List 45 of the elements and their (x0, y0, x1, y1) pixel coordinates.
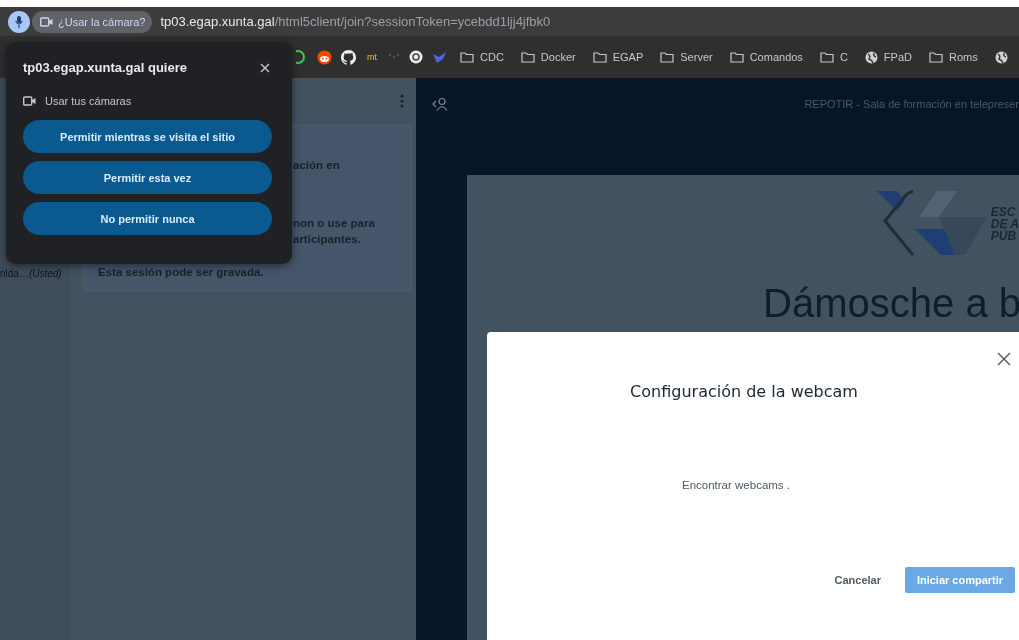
microphone-icon (15, 15, 23, 28)
folder-icon (460, 51, 474, 63)
globe-icon (864, 50, 878, 64)
cancel-button[interactable]: Cancelar (830, 570, 885, 590)
message-text: ación en (293, 158, 341, 173)
permission-button[interactable]: Permitir mientras se visita el sitio (23, 120, 272, 153)
ring-icon[interactable] (409, 50, 423, 64)
user-list-toggle-icon[interactable] (432, 96, 448, 111)
cat-logo-icon[interactable] (341, 49, 356, 65)
recording-notice: Esta sesión pode ser gravada. (98, 266, 265, 278)
globe-icon (994, 50, 1008, 64)
folder-bookmark[interactable]: Server (656, 51, 717, 63)
dots-icon[interactable] (388, 53, 400, 61)
alien-face-icon[interactable] (317, 49, 332, 65)
folder-icon (729, 51, 744, 63)
popup-title: tp03.egap.xunta.gal quiere (23, 60, 187, 75)
dialog-title: Configuración de la webcam (630, 382, 858, 401)
permission-request: Usar tus cámaras (45, 95, 132, 107)
folder-bookmark[interactable]: Roms (924, 51, 982, 63)
folder-icon (520, 51, 535, 63)
meeting-title: REPOTIR - Sala de formación en telepreser (804, 97, 1019, 110)
folder-icon (660, 51, 675, 63)
bird-icon[interactable] (432, 50, 447, 64)
permission-button[interactable]: Permitir esta vez (23, 161, 272, 194)
permission-button[interactable]: No permitir nunca (23, 202, 272, 235)
folder-bookmark[interactable]: EGAP (588, 51, 648, 63)
folder-bookmark[interactable]: Docker (516, 51, 580, 63)
folder-icon (928, 51, 943, 63)
ring-outline-icon[interactable] (296, 50, 308, 64)
folder-icon (592, 51, 607, 63)
folder-icon (819, 51, 834, 63)
folder-bookmark[interactable]: CDC (456, 51, 508, 63)
folder-bookmark[interactable]: Comandos (725, 51, 807, 63)
camera-permission-chip[interactable]: ¿Usar la cámara? (32, 10, 153, 33)
camera-icon (23, 96, 36, 106)
status-text: Encontrar webcams . (682, 479, 790, 491)
camera-icon (40, 16, 53, 27)
message-text: non o use para (293, 216, 376, 231)
address-url[interactable]: tp03.egap.xunta.gal/html5client/join?sessionToken=ycebdd1ljj4jfbk0 (160, 14, 551, 29)
site-bookmark[interactable]: FPaD (860, 50, 916, 64)
folder-bookmark[interactable]: C (815, 51, 852, 63)
bookmark-badge[interactable]: mt (365, 52, 379, 62)
microphone-button[interactable] (8, 10, 30, 33)
close-button[interactable] (995, 350, 1013, 368)
message-text: articipantes. (293, 232, 362, 247)
